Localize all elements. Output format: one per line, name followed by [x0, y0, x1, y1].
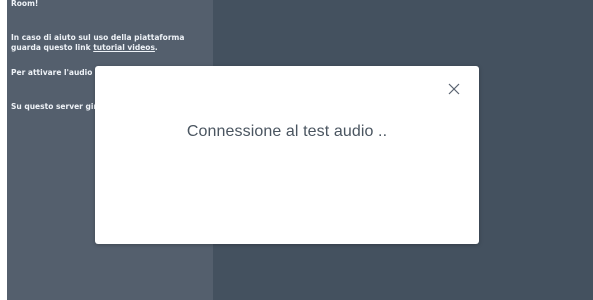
close-icon — [447, 82, 461, 96]
audio-test-modal: Connessione al test audio .. — [95, 66, 479, 244]
modal-title: Connessione al test audio .. — [186, 123, 388, 140]
close-button[interactable] — [447, 82, 461, 96]
